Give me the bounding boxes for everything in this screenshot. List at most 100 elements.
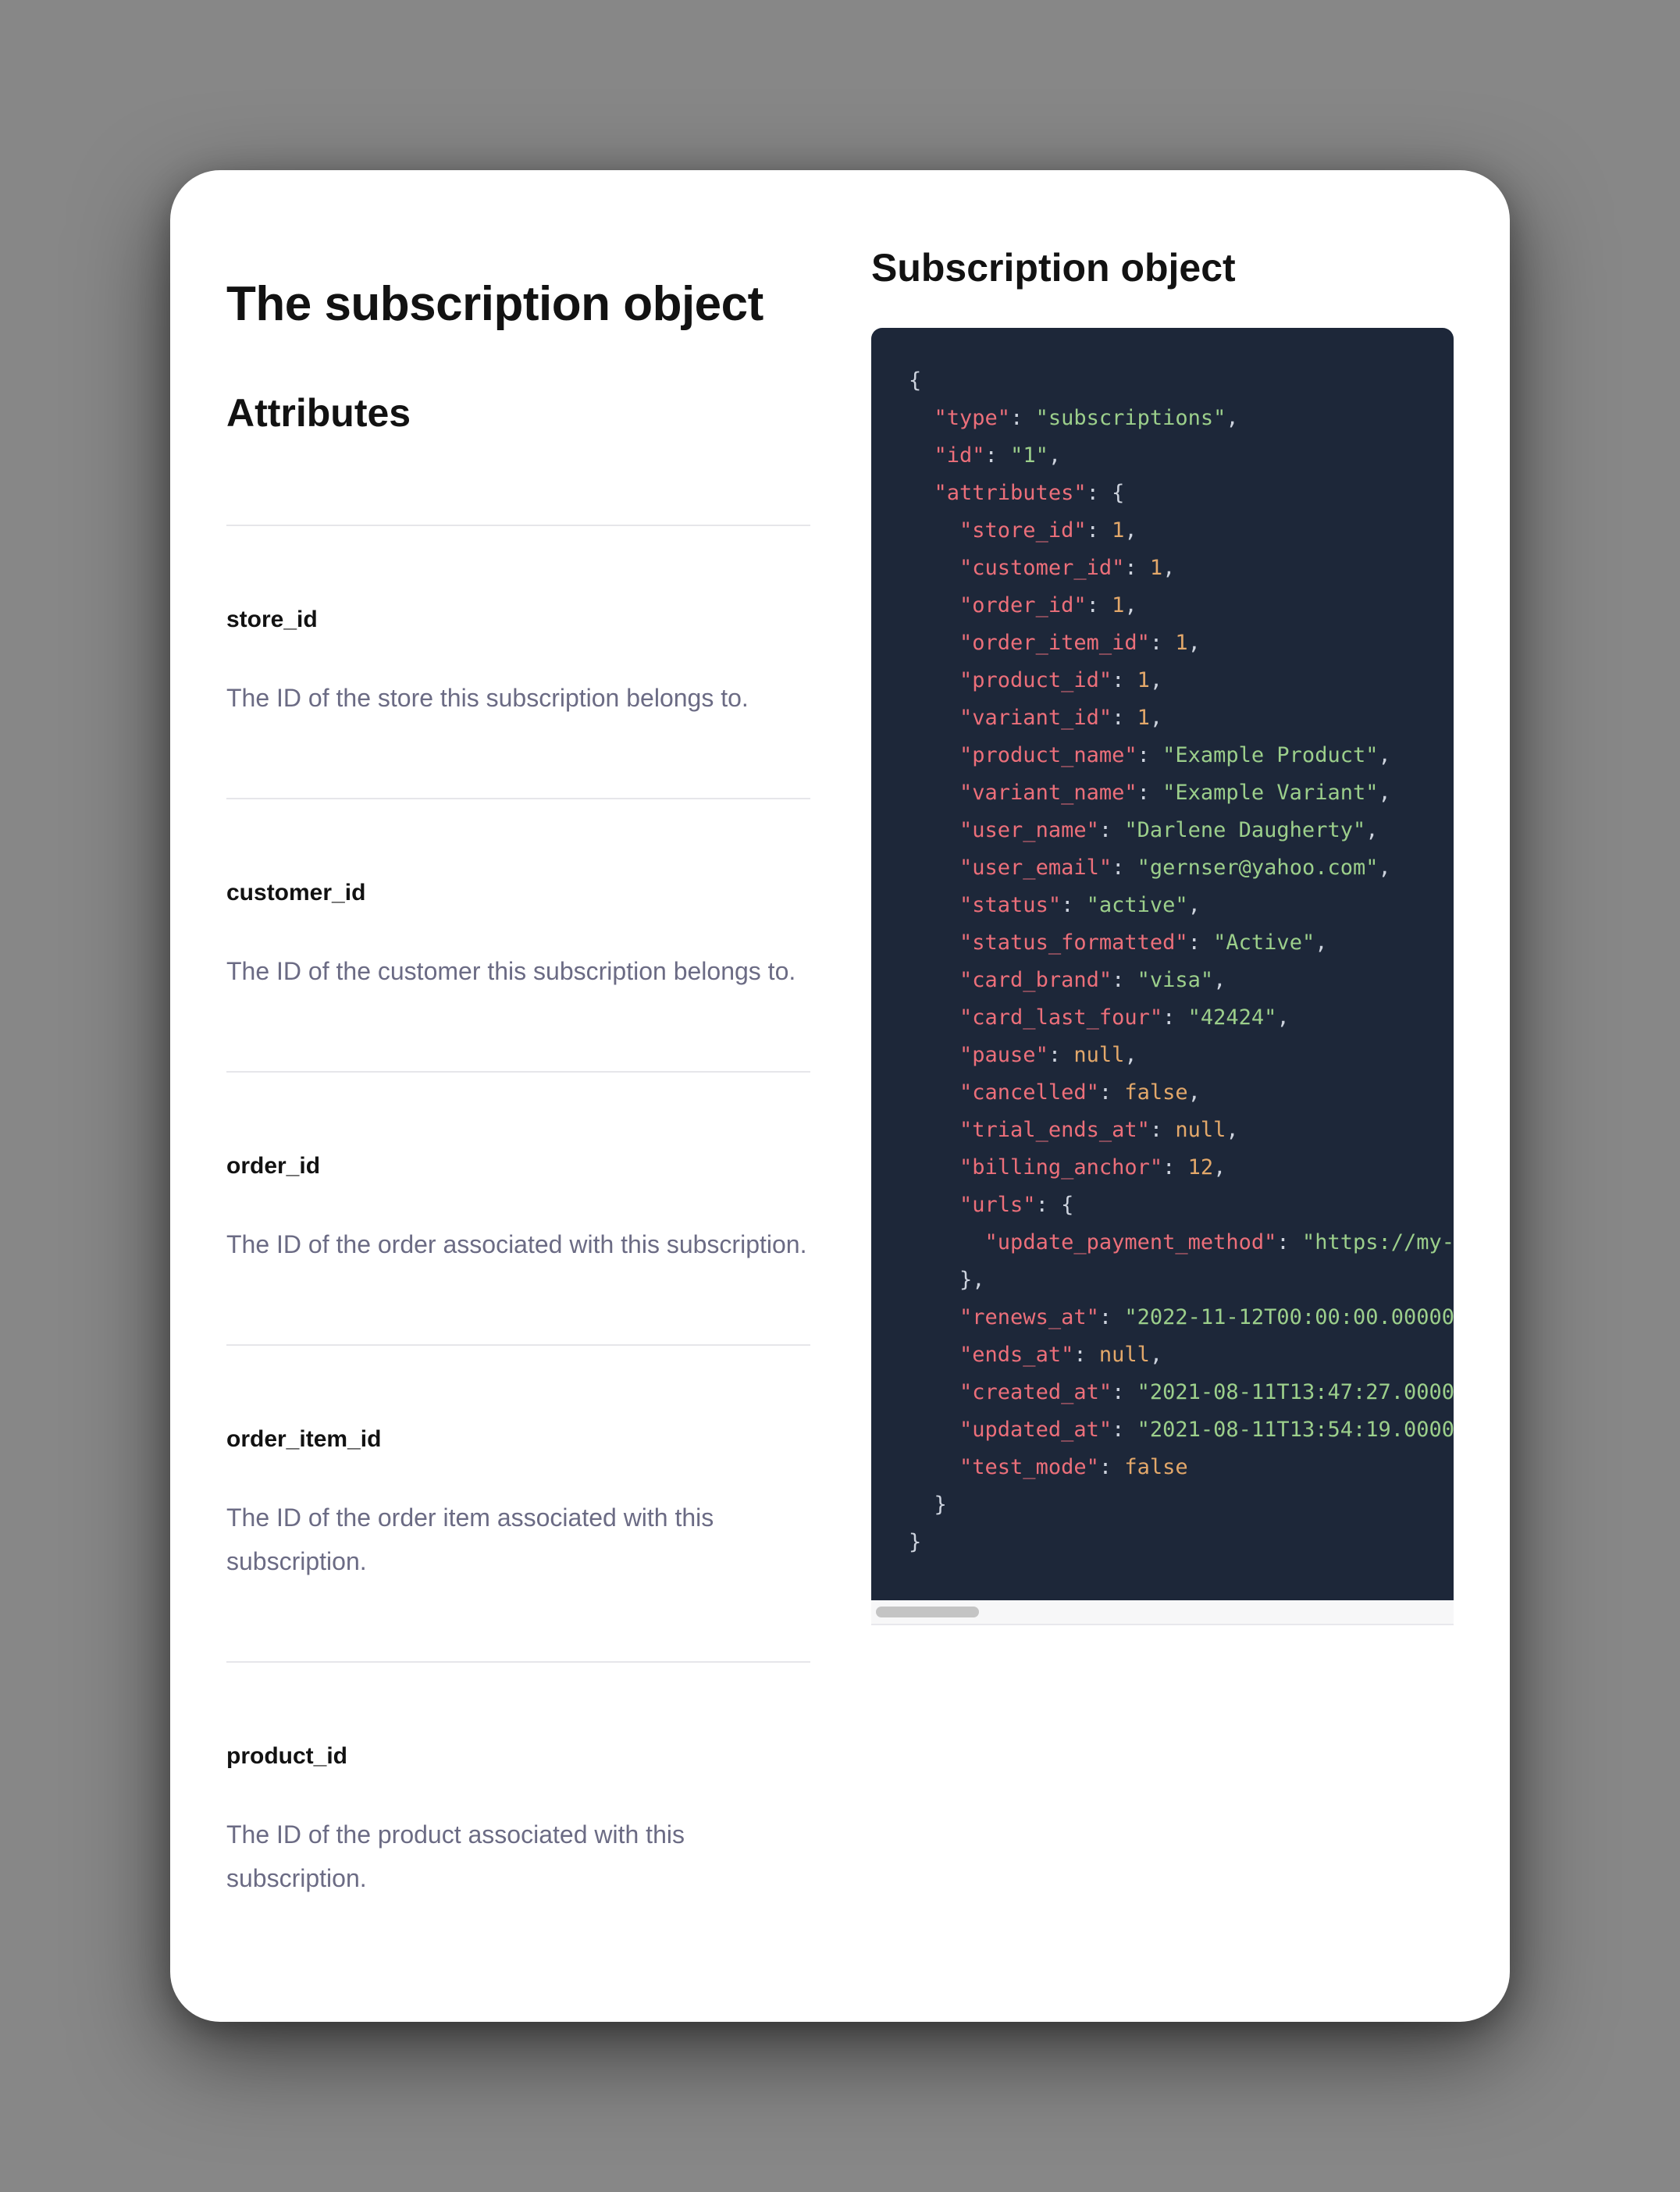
code-token: ,: [1048, 443, 1062, 468]
code-line: "variant_id": 1,: [909, 706, 1162, 730]
code-token: :: [1010, 406, 1036, 430]
code-line: "store_id": 1,: [909, 518, 1137, 543]
attribute-product-id: product_id The ID of the product associa…: [226, 1661, 810, 1978]
code-line: "ends_at": null,: [909, 1343, 1162, 1367]
code-token: "gernser@yahoo.com": [1137, 856, 1379, 880]
code-token: :: [1276, 1230, 1302, 1254]
attribute-description: The ID of the store this subscription be…: [226, 684, 749, 712]
code-token: :: [1098, 1305, 1125, 1329]
code-token: "order_id": [959, 593, 1087, 617]
code-token: "status_formatted": [959, 931, 1188, 955]
code-token: ,: [1226, 406, 1239, 430]
attribute-description: The ID of the order item associated with…: [226, 1503, 714, 1575]
code-token: "id": [934, 443, 985, 468]
code-line: "order_id": 1,: [909, 593, 1137, 617]
code-token: "status": [959, 893, 1062, 917]
attribute-description: The ID of the product associated with th…: [226, 1820, 685, 1892]
attribute-name: store_id: [226, 607, 318, 632]
code-token: :: [1048, 1043, 1074, 1067]
code-token: ,: [1276, 1005, 1290, 1030]
code-line: }: [909, 1493, 947, 1517]
attribute-name: order_id: [226, 1153, 321, 1179]
code-token: "urls": [959, 1193, 1036, 1217]
code-token: }: [934, 1493, 947, 1517]
code-token: :: [1187, 931, 1214, 955]
code-token: "product_name": [959, 743, 1137, 767]
code-token: },: [959, 1268, 985, 1292]
code-line: "product_name": "Example Product",: [909, 743, 1391, 767]
code-token: :: [1149, 1118, 1176, 1142]
code-token: "product_id": [959, 668, 1112, 692]
attribute-order-item-id: order_item_id The ID of the order item a…: [226, 1344, 810, 1661]
code-token: :: [1086, 518, 1112, 543]
code-token: :: [1137, 781, 1163, 805]
code-token: "2022-11-12T00:00:00.000000Z: [1124, 1305, 1454, 1329]
code-token: ,: [1187, 893, 1201, 917]
code-token: :: [1098, 1080, 1125, 1105]
code-token: "renews_at": [959, 1305, 1099, 1329]
code-token: 1: [1149, 556, 1163, 580]
code-line: "product_id": 1,: [909, 668, 1162, 692]
page-title: The subscription object: [226, 277, 763, 331]
code-token: "42424": [1187, 1005, 1277, 1030]
code-token: "attributes": [934, 481, 1087, 505]
code-token: :: [1061, 893, 1087, 917]
attribute-customer-id: customer_id The ID of the customer this …: [226, 798, 810, 1071]
code-token: :: [1073, 1343, 1099, 1367]
code-line: "customer_id": 1,: [909, 556, 1175, 580]
code-line: "type": "subscriptions",: [909, 406, 1239, 430]
code-token: ,: [1378, 743, 1391, 767]
json-code-block[interactable]: { "type": "subscriptions", "id": "1", "a…: [871, 328, 1454, 1600]
code-token: null: [1175, 1118, 1226, 1142]
code-line: "renews_at": "2022-11-12T00:00:00.000000…: [909, 1305, 1454, 1329]
code-token: :: [1112, 1380, 1137, 1404]
code-token: "updated_at": [959, 1418, 1112, 1442]
code-line: "user_email": "gernser@yahoo.com",: [909, 856, 1391, 880]
code-line: "cancelled": false,: [909, 1080, 1201, 1105]
code-token: ,: [1149, 668, 1163, 692]
code-token: : {: [1086, 481, 1125, 505]
code-token: :: [984, 443, 1011, 468]
scrollbar-thumb[interactable]: [876, 1607, 979, 1617]
code-token: "user_name": [959, 818, 1099, 842]
code-token: "variant_id": [959, 706, 1112, 730]
code-token: ,: [1378, 856, 1391, 880]
code-panel-title: Subscription object: [871, 246, 1236, 290]
code-token: :: [1112, 668, 1137, 692]
code-token: :: [1124, 556, 1150, 580]
code-line: "attributes": {: [909, 481, 1125, 505]
code-token: :: [1112, 856, 1137, 880]
code-line: },: [909, 1268, 985, 1292]
code-token: {: [909, 368, 922, 393]
code-token: : {: [1035, 1193, 1074, 1217]
code-token: "test_mode": [959, 1455, 1099, 1479]
code-line: "update_payment_method": "https://my-st: [909, 1230, 1454, 1254]
code-line: "created_at": "2021-08-11T13:47:27.00000…: [909, 1380, 1454, 1404]
code-line: "order_item_id": 1,: [909, 631, 1201, 655]
code-token: :: [1098, 1455, 1125, 1479]
attribute-name: customer_id: [226, 880, 366, 906]
code-token: "trial_ends_at": [959, 1118, 1150, 1142]
code-token: :: [1162, 1155, 1188, 1180]
code-token: "https://my-st: [1301, 1230, 1454, 1254]
code-token: ,: [1149, 706, 1163, 730]
code-token: "pause": [959, 1043, 1048, 1067]
code-token: ,: [1226, 1118, 1239, 1142]
code-token: 12: [1187, 1155, 1214, 1180]
code-token: null: [1098, 1343, 1150, 1367]
code-token: "store_id": [959, 518, 1087, 543]
code-line: "billing_anchor": 12,: [909, 1155, 1226, 1180]
code-token: ,: [1124, 593, 1137, 617]
code-token: ,: [1149, 1343, 1163, 1367]
code-token: "card_brand": [959, 968, 1112, 992]
attribute-order-id: order_id The ID of the order associated …: [226, 1071, 810, 1344]
attribute-name: order_item_id: [226, 1426, 382, 1452]
code-line: "user_name": "Darlene Daugherty",: [909, 818, 1378, 842]
code-line: "variant_name": "Example Variant",: [909, 781, 1391, 805]
code-token: :: [1149, 631, 1176, 655]
code-line: }: [909, 1530, 921, 1554]
horizontal-scrollbar[interactable]: [871, 1600, 1454, 1625]
code-token: "update_payment_method": [984, 1230, 1277, 1254]
code-token: "user_email": [959, 856, 1112, 880]
code-line: "urls": {: [909, 1193, 1073, 1217]
